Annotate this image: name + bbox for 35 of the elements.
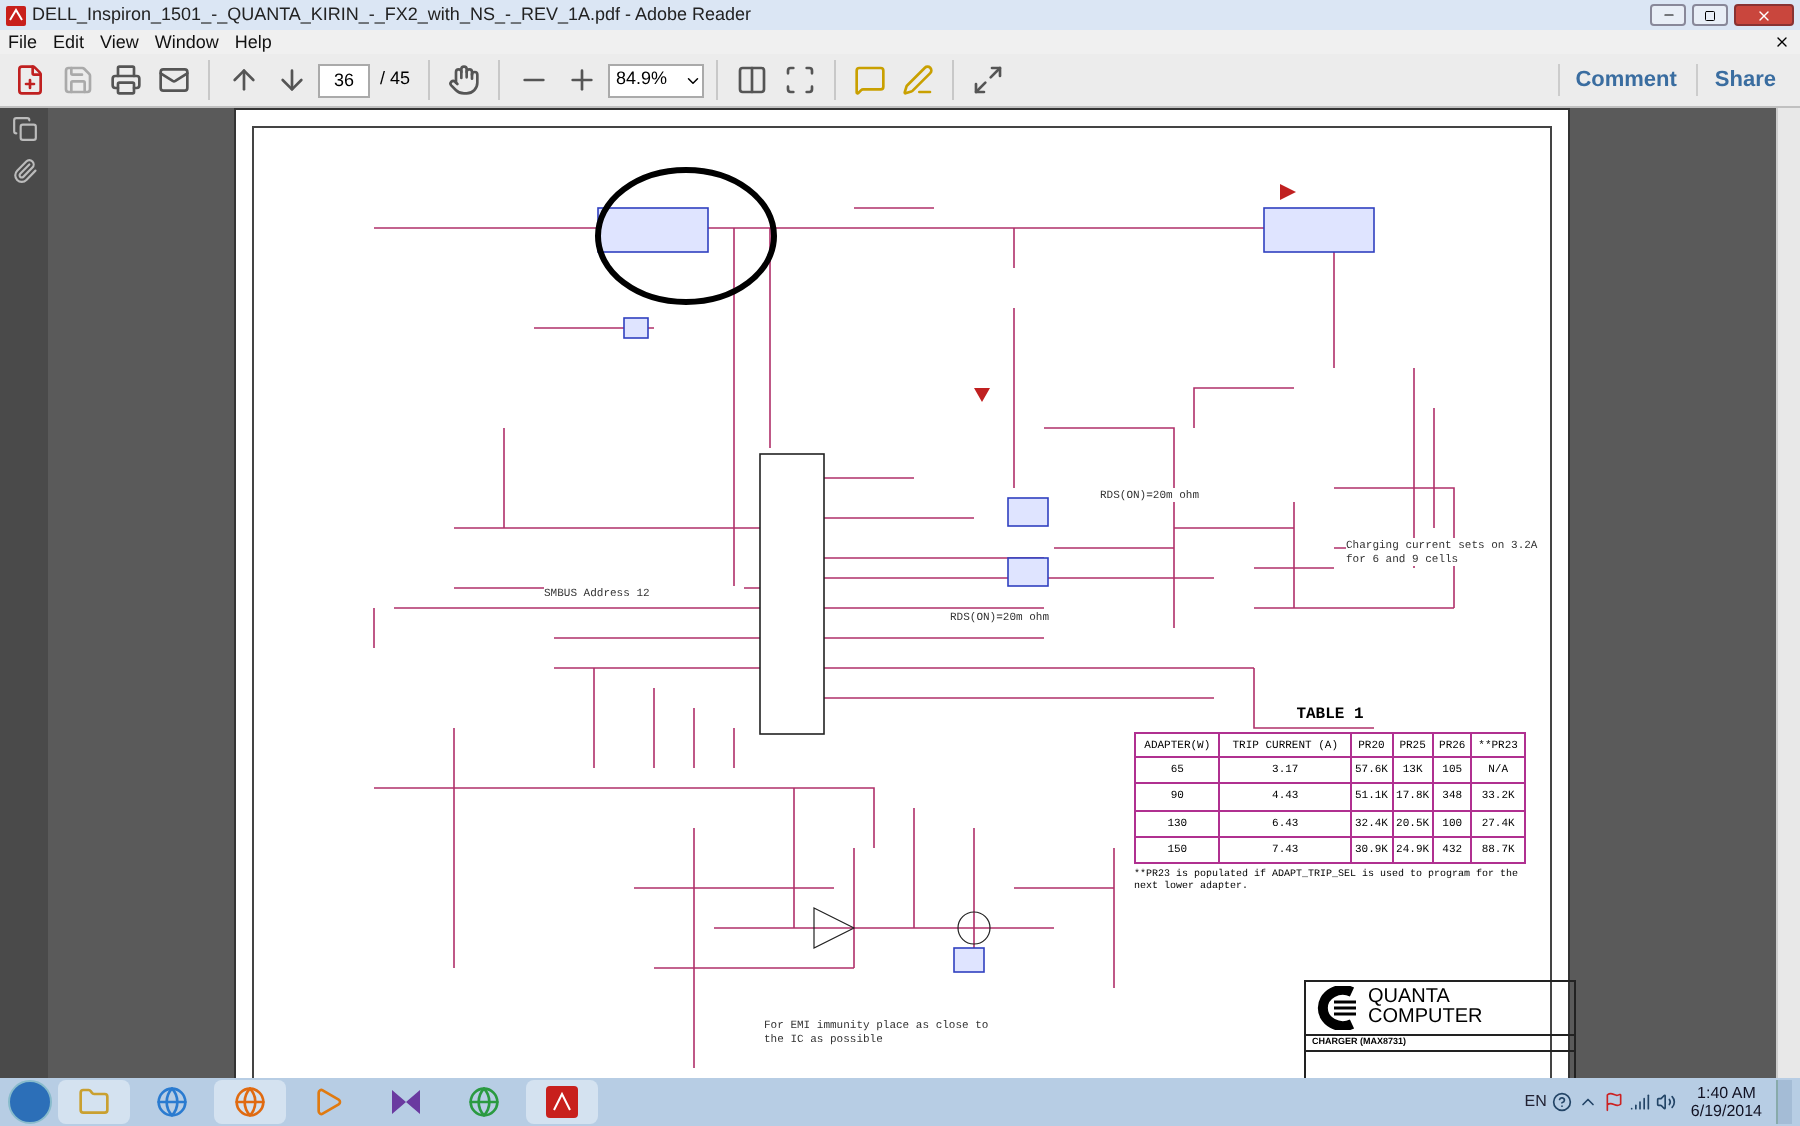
company-name: QUANTA [1368,988,1452,1008]
pdf-app-icon [6,5,26,25]
menu-item[interactable]: Edit [53,32,85,52]
help-icon[interactable] [1552,1092,1573,1112]
menu-item[interactable]: Help [234,32,272,52]
toolbar-link[interactable]: Comment [1557,63,1693,97]
pdf-taskbar-icon[interactable] [526,1080,598,1124]
clock-date: 6/19/2014 [1690,1102,1762,1120]
signal-icon[interactable] [1630,1092,1651,1112]
menu-item[interactable]: View [100,32,139,52]
zoom-field[interactable]: 84.9% [608,63,705,97]
company-name: COMPUTER [1368,1008,1483,1028]
window-title: DELL_Inspiron_1501_-_QUANTA_KIRIN_-_FX2_with_NS_-_REV_1A.pdf - Adobe Reader [32,1,754,28]
close-icon [1756,7,1772,23]
close-button[interactable] [1734,4,1794,26]
language-indicator: EN [1524,1090,1547,1114]
page-number-field[interactable]: 36 [318,63,370,97]
maximize-icon [1704,9,1716,21]
attachment-icon[interactable] [11,158,37,184]
close-document-button[interactable] [1772,32,1792,52]
pages-icon[interactable] [11,116,37,142]
menu-item[interactable]: File [8,32,38,52]
menu-item[interactable]: Window [154,32,219,52]
flag-icon[interactable] [1604,1092,1625,1112]
maximize-button[interactable] [1692,4,1728,26]
start-button[interactable] [8,1080,52,1124]
clock-time: 1:40 AM [1697,1084,1756,1102]
browser-taskbar-icon[interactable] [214,1080,286,1124]
volume-icon[interactable] [1656,1092,1677,1112]
toolbar-link[interactable]: Share [1696,63,1792,97]
table-title: TABLE 1 [1296,704,1364,728]
page-count: / 45 [378,66,413,93]
company-logo-icon [1312,986,1360,1030]
minimize-icon [1661,8,1675,22]
scroll-bar[interactable] [1776,108,1800,1078]
